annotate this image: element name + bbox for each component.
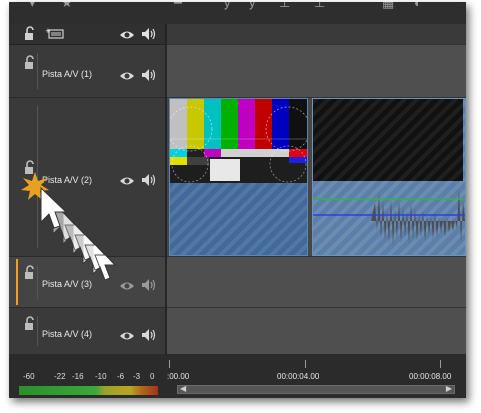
storyboard-icon[interactable]: ▦ bbox=[382, 2, 394, 10]
track-header-row: + bbox=[9, 24, 165, 45]
color-bars-thumbnail bbox=[170, 99, 307, 183]
video-clip[interactable] bbox=[169, 98, 308, 256]
meter-tick: -16 bbox=[72, 372, 84, 381]
add-track-icon[interactable]: + bbox=[45, 27, 65, 45]
speaker-icon[interactable] bbox=[141, 278, 157, 291]
meter-tick: -3 bbox=[133, 372, 141, 381]
audio-level-meter bbox=[19, 386, 158, 395]
eye-icon[interactable] bbox=[119, 69, 135, 81]
lock-icon[interactable] bbox=[23, 55, 37, 71]
track-header[interactable]: Pista A/V (4) bbox=[9, 308, 165, 355]
black-thumbnail bbox=[313, 99, 463, 181]
ruler-tick bbox=[305, 360, 306, 368]
svg-text:+: + bbox=[45, 27, 51, 35]
timeline-lane[interactable] bbox=[167, 308, 466, 355]
ruler-time: :00.00 bbox=[167, 372, 190, 381]
audio-waveform bbox=[313, 189, 465, 245]
divider bbox=[37, 53, 38, 89]
timeline-lane[interactable] bbox=[167, 45, 466, 98]
meter-tick: -6 bbox=[117, 372, 125, 381]
track-header[interactable]: Pista A/V (1) bbox=[9, 45, 165, 98]
horizontal-scrollbar[interactable]: ◀ ▶ bbox=[177, 384, 455, 394]
pin-icon[interactable]: ⊥ bbox=[314, 2, 325, 10]
scroll-left-icon[interactable]: ◀ bbox=[180, 384, 186, 393]
pin-icon[interactable]: ⊥ bbox=[279, 2, 290, 10]
ruler-tick bbox=[169, 360, 170, 368]
eye-icon[interactable] bbox=[119, 329, 135, 341]
speaker-icon[interactable] bbox=[141, 173, 157, 186]
lock-icon[interactable] bbox=[23, 316, 37, 332]
speaker-icon[interactable] bbox=[141, 68, 157, 81]
divider bbox=[37, 316, 38, 346]
meter-tick: 0 bbox=[150, 372, 155, 381]
scroll-right-icon[interactable]: ▶ bbox=[446, 384, 452, 393]
timeline-window: ▾ ★ ━ y ƴ ⊥ ⊥ ▦ ◐ + Pista A/V (1) Pista … bbox=[9, 2, 466, 398]
eye-icon[interactable] bbox=[119, 28, 135, 40]
audio-video-clip[interactable] bbox=[312, 98, 466, 256]
speaker-icon[interactable] bbox=[141, 27, 157, 40]
timeline-lane[interactable] bbox=[167, 257, 466, 308]
track-label: Pista A/V (1) bbox=[42, 69, 93, 79]
star-icon[interactable]: ★ bbox=[61, 2, 73, 10]
tool-icon[interactable]: ƴ bbox=[249, 2, 256, 10]
ruler-tick bbox=[440, 360, 441, 368]
mouse-cursor-icon bbox=[21, 172, 117, 281]
tool-icon[interactable]: ━ bbox=[174, 2, 182, 10]
toolbar: ▾ ★ ━ y ƴ ⊥ ⊥ ▦ ◐ bbox=[9, 2, 466, 24]
tool-icon[interactable]: y bbox=[224, 2, 231, 10]
timeline-lane[interactable] bbox=[167, 24, 466, 45]
track-label: Pista A/V (4) bbox=[42, 329, 93, 339]
lock-icon[interactable] bbox=[23, 26, 37, 42]
ruler-time: 00:00:08.00 bbox=[409, 372, 452, 381]
tool-icon[interactable]: ▾ bbox=[29, 2, 36, 10]
meter-tick: -22 bbox=[54, 372, 66, 381]
meter-tick: -60 bbox=[23, 372, 35, 381]
meter-tick: -10 bbox=[95, 372, 107, 381]
speaker-icon[interactable] bbox=[141, 328, 157, 341]
refresh-icon[interactable]: ◐ bbox=[414, 2, 422, 10]
ruler-time: 00:00:04.00 bbox=[277, 372, 320, 381]
